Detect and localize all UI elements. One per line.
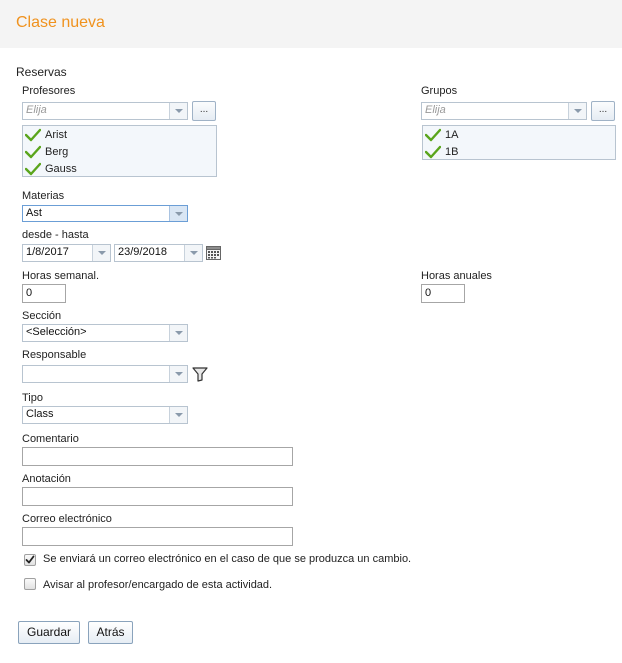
date-from-value: 1/8/2017 xyxy=(26,246,69,258)
notify-teacher-label: Avisar al profesor/encargado de esta act… xyxy=(43,579,273,591)
list-item-label: Gauss xyxy=(45,163,77,175)
grupos-browse-button[interactable]: ... xyxy=(591,101,615,121)
filter-icon[interactable] xyxy=(192,367,208,382)
profesores-browse-button[interactable]: ... xyxy=(192,101,216,121)
check-icon xyxy=(25,555,35,564)
materias-label: Materias xyxy=(22,190,65,202)
profesores-list: Arist Berg Gauss xyxy=(22,125,217,177)
horas-anuales-input[interactable]: 0 xyxy=(421,284,465,303)
date-to-value: 23/9/2018 xyxy=(118,246,167,258)
comentario-input[interactable] xyxy=(22,447,293,466)
tipo-combo[interactable]: Class xyxy=(22,406,188,424)
grupos-list: 1A 1B xyxy=(422,125,616,160)
notify-teacher-checkbox[interactable] xyxy=(24,578,36,590)
horas-anuales-value: 0 xyxy=(425,287,432,299)
responsable-combo[interactable] xyxy=(22,365,188,383)
horas-semanal-input[interactable]: 0 xyxy=(22,284,66,303)
date-from-field[interactable]: 1/8/2017 xyxy=(22,244,111,262)
seccion-combo[interactable]: <Selección> xyxy=(22,324,188,342)
back-button[interactable]: Atrás xyxy=(88,621,133,644)
title-bar: Clase nueva xyxy=(0,0,622,48)
anotacion-label: Anotación xyxy=(22,473,71,485)
dropdown-arrow-icon[interactable] xyxy=(169,407,187,423)
horas-semanal-value: 0 xyxy=(26,287,33,299)
email-on-change-checkbox[interactable] xyxy=(24,554,36,566)
dropdown-arrow-icon[interactable] xyxy=(169,206,187,221)
dropdown-arrow-icon[interactable] xyxy=(92,245,110,261)
check-icon xyxy=(25,162,41,176)
periodo-label: desde - hasta xyxy=(22,229,89,241)
materias-value: Ast xyxy=(26,207,42,219)
email-on-change-label: Se enviará un correo electrónico en el c… xyxy=(43,553,412,565)
responsable-label: Responsable xyxy=(22,349,87,361)
check-icon xyxy=(425,145,441,159)
profesores-placeholder: Elija xyxy=(26,104,47,116)
dropdown-arrow-icon[interactable] xyxy=(169,325,187,341)
list-item-label: Arist xyxy=(45,129,67,141)
horas-semanal-label: Horas semanal. xyxy=(22,270,100,282)
tipo-label: Tipo xyxy=(22,392,43,404)
horas-anuales-label: Horas anuales xyxy=(421,270,492,282)
list-item-label: 1A xyxy=(445,129,459,141)
list-item-label: 1B xyxy=(445,146,459,158)
anotacion-input[interactable] xyxy=(22,487,293,506)
dropdown-arrow-icon[interactable] xyxy=(169,366,187,382)
tipo-value: Class xyxy=(26,408,54,420)
check-icon xyxy=(25,145,41,159)
date-to-field[interactable]: 23/9/2018 xyxy=(114,244,203,262)
seccion-value: <Selección> xyxy=(26,326,87,338)
grupos-combo[interactable]: Elija xyxy=(421,102,587,120)
seccion-label: Sección xyxy=(22,310,62,322)
grupos-placeholder: Elija xyxy=(425,104,446,116)
dropdown-arrow-icon[interactable] xyxy=(184,245,202,261)
materias-combo[interactable]: Ast xyxy=(22,205,188,222)
check-icon xyxy=(425,128,441,142)
comentario-label: Comentario xyxy=(22,433,79,445)
page-title: Clase nueva xyxy=(16,14,105,31)
list-item-label: Berg xyxy=(45,146,69,158)
calendar-icon[interactable] xyxy=(206,245,221,260)
correo-input[interactable] xyxy=(22,527,293,546)
profesores-combo[interactable]: Elija xyxy=(22,102,188,120)
reservas-label: Reservas xyxy=(16,65,67,79)
dropdown-arrow-icon[interactable] xyxy=(568,103,586,119)
profesores-label: Profesores xyxy=(22,85,76,97)
save-button[interactable]: Guardar xyxy=(18,621,80,644)
check-icon xyxy=(25,128,41,142)
dropdown-arrow-icon[interactable] xyxy=(169,103,187,119)
correo-label: Correo electrónico xyxy=(22,513,112,525)
grupos-label: Grupos xyxy=(421,85,458,97)
